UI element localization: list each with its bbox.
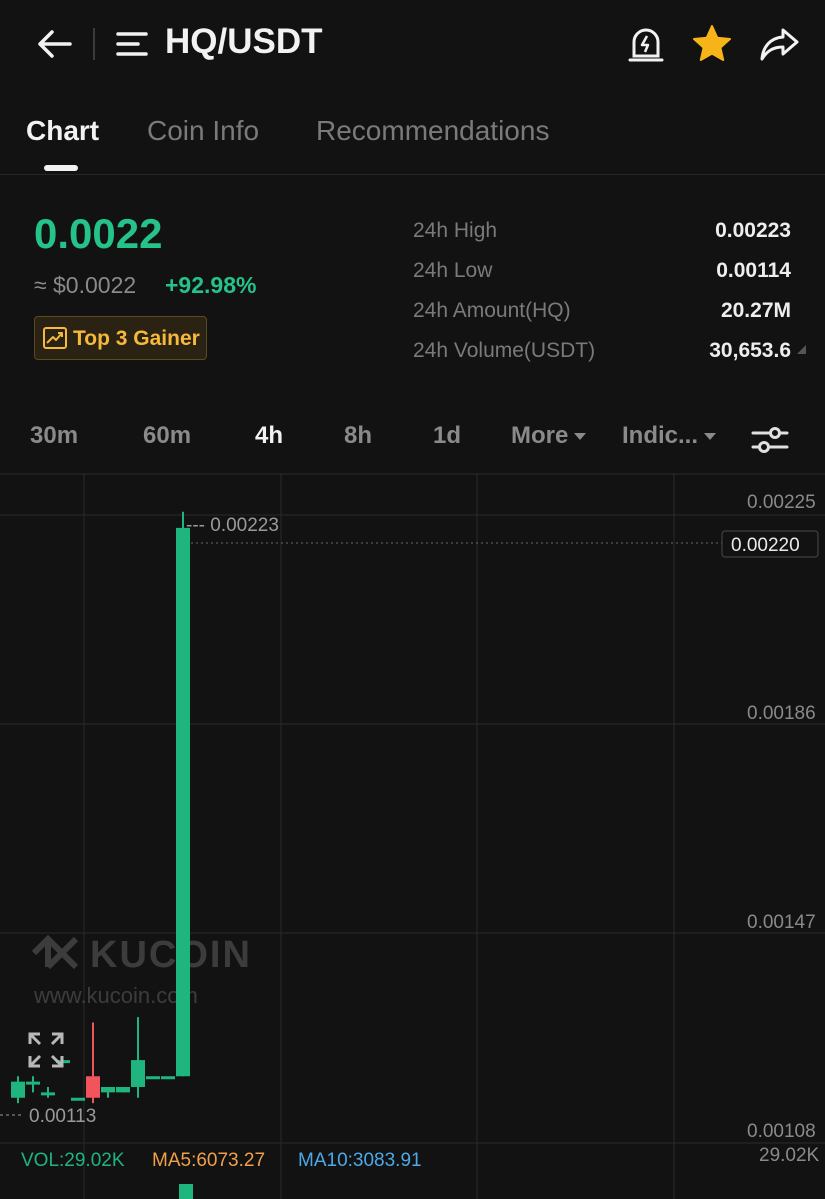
volume-bar <box>179 1184 193 1199</box>
trending-up-icon <box>43 327 67 349</box>
favorite-button[interactable] <box>690 22 734 66</box>
share-button[interactable] <box>757 22 801 66</box>
stat-label-24h-low: 24h Low <box>413 259 493 282</box>
y-tick-label: 0.00186 <box>747 703 816 724</box>
sliders-icon <box>751 427 789 453</box>
stat-label-24h-amount: 24h Amount(HQ) <box>413 299 571 322</box>
stat-value-24h-low: 0.00114 <box>716 259 791 282</box>
stat-label-24h-high: 24h High <box>413 219 498 242</box>
top-bar: HQ/USDT <box>0 0 825 90</box>
candle-body[interactable] <box>11 1081 25 1098</box>
pair-title[interactable]: HQ/USDT <box>165 22 323 62</box>
interval-bar: 30m 60m 4h 8h 1d More Indic... <box>0 412 825 462</box>
high-price-marker: --- 0.00223 <box>186 515 279 536</box>
candle-body[interactable] <box>146 1076 160 1080</box>
candle-body[interactable] <box>41 1092 55 1096</box>
candle-body[interactable] <box>86 1076 100 1098</box>
share-icon <box>760 28 799 61</box>
menu-icon <box>116 32 148 56</box>
ma10-stat: MA10:3083.91 <box>298 1150 422 1171</box>
interval-8h[interactable]: 8h <box>344 422 372 450</box>
volume-stat: VOL:29.02K <box>21 1150 125 1171</box>
header-divider <box>93 28 95 60</box>
candle-body[interactable] <box>116 1086 130 1093</box>
price-change-percent: +92.98% <box>165 272 257 298</box>
y-tick-label: 0.00147 <box>747 912 816 933</box>
candle-body[interactable] <box>176 527 190 1077</box>
candle-body[interactable] <box>161 1076 175 1080</box>
tab-chart[interactable]: Chart <box>26 115 99 147</box>
star-icon <box>693 25 731 61</box>
interval-60m[interactable]: 60m <box>143 422 191 450</box>
watermark-url: www.kucoin.com <box>33 983 198 1008</box>
fullscreen-button[interactable] <box>27 1031 65 1069</box>
chevron-down-icon <box>704 433 717 441</box>
y-tick-label: 0.00108 <box>747 1121 816 1142</box>
candle-body[interactable] <box>101 1086 115 1093</box>
watermark-brand: KUCOIN <box>90 934 252 976</box>
candlestick-chart[interactable]: KUCOIN www.kucoin.com 0.00225 0.00186 0.… <box>0 473 825 1199</box>
active-tab-indicator <box>44 165 78 171</box>
y-tick-label: 0.00225 <box>747 492 816 513</box>
ma5-stat: MA5:6073.27 <box>152 1150 266 1171</box>
interval-more-dropdown[interactable]: More <box>511 422 587 450</box>
price-alert-button[interactable] <box>624 22 668 66</box>
price-alert-icon <box>628 28 664 62</box>
tab-recommendations[interactable]: Recommendations <box>316 115 549 147</box>
stat-label-24h-volume: 24h Volume(USDT) <box>413 339 596 362</box>
indicators-dropdown[interactable]: Indic... <box>622 422 717 450</box>
indicators-label: Indic... <box>622 422 699 449</box>
badge-label: Top 3 Gainer <box>73 327 200 350</box>
usd-price: ≈ $0.0022 <box>34 272 137 298</box>
chevron-down-icon <box>574 433 587 441</box>
candle-body[interactable] <box>131 1060 145 1087</box>
interval-more-label: More <box>511 422 569 449</box>
candle-body[interactable] <box>71 1097 85 1101</box>
candle-body[interactable] <box>26 1081 40 1085</box>
interval-1d[interactable]: 1d <box>433 422 461 450</box>
volume-corner-icon <box>797 345 806 354</box>
pair-menu-button[interactable] <box>114 26 150 62</box>
back-arrow-icon <box>38 30 72 58</box>
low-price-marker: 0.00113 <box>29 1106 96 1127</box>
back-button[interactable] <box>30 22 80 66</box>
top-gainer-badge[interactable]: Top 3 Gainer <box>34 316 207 360</box>
interval-30m[interactable]: 30m <box>30 422 78 450</box>
stat-value-24h-amount: 20.27M <box>720 299 791 322</box>
tab-coin-info[interactable]: Coin Info <box>147 115 259 147</box>
stat-value-24h-volume: 30,653.6 <box>709 339 791 362</box>
stat-value-24h-high: 0.00223 <box>715 219 791 242</box>
volume-axis-label: 29.02K <box>759 1145 820 1166</box>
chart-settings-button[interactable] <box>750 420 790 460</box>
current-price-tag-text: 0.00220 <box>731 535 800 556</box>
last-price: 0.0022 <box>34 210 163 257</box>
interval-4h[interactable]: 4h <box>255 422 283 450</box>
tab-bar: Chart Coin Info Recommendations <box>0 105 825 175</box>
price-chart[interactable]: KUCOIN www.kucoin.com 0.00225 0.00186 0.… <box>0 473 825 1199</box>
expand-icon <box>28 1032 64 1068</box>
